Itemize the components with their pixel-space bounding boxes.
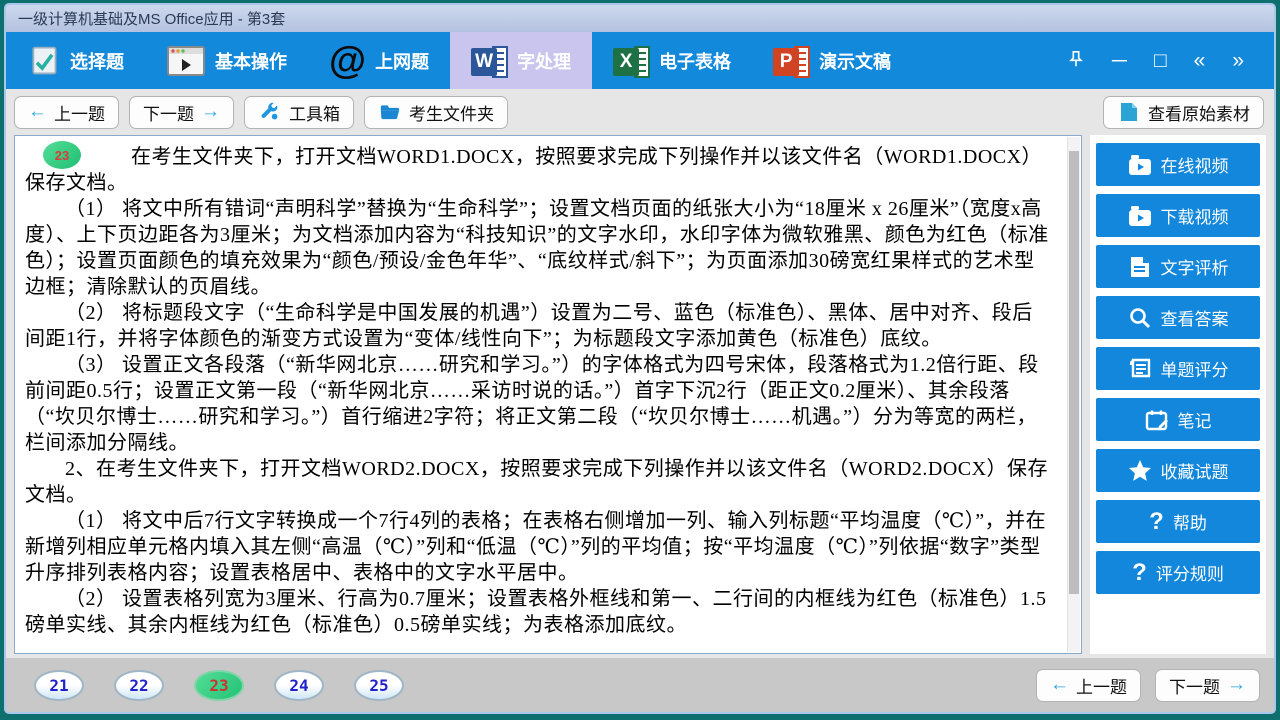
next-question-label: 下一题 [143,100,194,125]
double-chevron-left-button[interactable]: « [1194,50,1206,71]
app-window: 一级计算机基础及MS Office应用 - 第3套 选择题 基本操作 @ 上网题… [4,3,1276,714]
toolbox-button[interactable]: 工具箱 [244,96,354,129]
title-bar: 一级计算机基础及MS Office应用 - 第3套 [6,5,1274,32]
question-number-23-active[interactable]: 23 [194,670,244,701]
download-video-button[interactable]: 下载视频 [1096,194,1260,237]
sidebar-label: 文字评析 [1161,254,1229,279]
excel-icon: X [613,44,650,78]
notes-button[interactable]: 笔记 [1096,398,1260,441]
sidebar-label: 帮助 [1173,509,1207,534]
question-paragraph: （3） 设置正文各段落（“新华网北京……研究和学习。”）的字体格式为四号宋体，段… [25,352,1051,456]
online-video-button[interactable]: 在线视频 [1096,143,1260,186]
tab-label: 选择题 [70,48,124,74]
search-icon [1128,306,1152,330]
pin-icon[interactable] [1067,50,1085,72]
question-mark-icon: ? [1132,561,1147,585]
sidebar: 在线视频 下载视频 文字评析 查看答案 [1090,135,1266,654]
help-button[interactable]: ? 帮助 [1096,500,1260,543]
question-paragraph: 2、在考生文件夹下，打开文档WORD2.DOCX，按照要求完成下列操作并以该文件… [25,456,1051,508]
tab-bar-spacer [912,32,1067,89]
main-area: 23 在考生文件夹下，打开文档WORD1.DOCX，按照要求完成下列操作并以该文… [6,135,1274,658]
vertical-scrollbar[interactable] [1067,137,1080,652]
tab-spreadsheet[interactable]: X 电子表格 [592,32,752,89]
view-original-material-button[interactable]: 查看原始素材 [1103,96,1264,129]
arrow-left-icon: ← [28,101,47,123]
window-controls: ─ □ « » [1067,32,1274,89]
scrollbar-thumb[interactable] [1069,151,1079,594]
document-icon [1117,100,1141,124]
sidebar-label: 收藏试题 [1161,458,1229,483]
wrench-icon [258,100,282,124]
prev-question-button-top[interactable]: ← 上一题 [14,96,119,129]
pager-bar: 21 22 23 24 25 ← 上一题 下一题 → [6,658,1274,712]
scoring-rules-button[interactable]: ? 评分规则 [1096,551,1260,594]
video-icon [1128,153,1152,177]
next-question-button-top[interactable]: 下一题 → [129,96,234,129]
question-mark-icon: ? [1149,510,1164,534]
tab-label: 字处理 [517,48,571,74]
text-analysis-button[interactable]: 文字评析 [1096,245,1260,288]
tab-internet[interactable]: @ 上网题 [308,32,450,89]
tab-label: 基本操作 [215,48,287,74]
prev-question-button-bottom[interactable]: ← 上一题 [1036,669,1141,702]
file-text-icon [1128,255,1152,279]
question-number-21[interactable]: 21 [34,670,84,701]
question-paragraph: 在考生文件夹下，打开文档WORD1.DOCX，按照要求完成下列操作并以该文件名（… [25,144,1051,196]
view-original-material-label: 查看原始素材 [1148,100,1250,125]
question-text: 在考生文件夹下，打开文档WORD1.DOCX，按照要求完成下列操作并以该文件名（… [25,144,1051,638]
checklist-icon [27,44,61,78]
sidebar-label: 评分规则 [1156,560,1224,585]
tab-multiple-choice[interactable]: 选择题 [6,32,145,89]
question-number-24[interactable]: 24 [274,670,324,701]
window-icon [166,45,206,77]
next-question-button-bottom[interactable]: 下一题 → [1155,669,1260,702]
arrow-right-icon: → [201,101,220,123]
arrow-right-icon: → [1227,674,1246,696]
question-paragraph: （2） 设置表格列宽为3厘米、行高为0.7厘米；设置表格外框线和第一、二行间的内… [25,586,1051,638]
tab-label: 电子表格 [659,48,731,74]
favorite-question-button[interactable]: 收藏试题 [1096,449,1260,492]
question-content: 23 在考生文件夹下，打开文档WORD1.DOCX，按照要求完成下列操作并以该文… [14,135,1082,654]
tab-presentation[interactable]: P 演示文稿 [752,32,912,89]
star-icon [1128,459,1152,483]
tab-basic-operations[interactable]: 基本操作 [145,32,308,89]
powerpoint-icon: P [773,44,810,78]
sidebar-label: 查看答案 [1161,305,1229,330]
question-number-25[interactable]: 25 [354,670,404,701]
toolbox-label: 工具箱 [289,100,340,125]
toolbar: ← 上一题 下一题 → 工具箱 考生文件夹 查看原始素材 [6,89,1274,135]
tab-label: 上网题 [375,48,429,74]
folder-icon [378,100,402,124]
sidebar-label: 单题评分 [1161,356,1229,381]
question-number-22[interactable]: 22 [114,670,164,701]
sidebar-label: 笔记 [1178,407,1212,432]
window-title: 一级计算机基础及MS Office应用 - 第3套 [18,8,285,29]
tab-label: 演示文稿 [819,48,891,74]
view-answer-button[interactable]: 查看答案 [1096,296,1260,339]
tab-word-processing[interactable]: W 字处理 [450,32,592,89]
sidebar-label: 下载视频 [1161,203,1229,228]
question-paragraph: （1） 将文中所有错词“声明科学”替换为“生命科学”；设置文档页面的纸张大小为“… [25,196,1051,300]
notebook-icon [1145,408,1169,432]
at-icon: @ [329,42,366,80]
scroll-icon [1128,357,1152,381]
double-chevron-right-button[interactable]: » [1232,50,1244,71]
pager-nav: ← 上一题 下一题 → [1036,669,1260,702]
prev-question-label: 上一题 [54,100,105,125]
arrow-left-icon: ← [1050,674,1069,696]
tab-bar: 选择题 基本操作 @ 上网题 W 字处理 X 电子表格 [6,32,1274,89]
student-folder-label: 考生文件夹 [409,100,494,125]
minimize-button[interactable]: ─ [1112,50,1127,71]
score-question-button[interactable]: 单题评分 [1096,347,1260,390]
next-question-label: 下一题 [1169,673,1220,698]
sidebar-label: 在线视频 [1161,152,1229,177]
word-icon: W [471,44,508,78]
question-paragraph: （1） 将文中后7行文字转换成一个7行4列的表格；在表格右侧增加一列、输入列标题… [25,508,1051,586]
question-number-badge: 23 [43,141,81,169]
student-folder-button[interactable]: 考生文件夹 [364,96,508,129]
question-paragraph: （2） 将标题段文字（“生命科学是中国发展的机遇”）设置为二号、蓝色（标准色）、… [25,300,1051,352]
maximize-button[interactable]: □ [1154,50,1167,71]
prev-question-label: 上一题 [1076,673,1127,698]
video-icon [1128,204,1152,228]
